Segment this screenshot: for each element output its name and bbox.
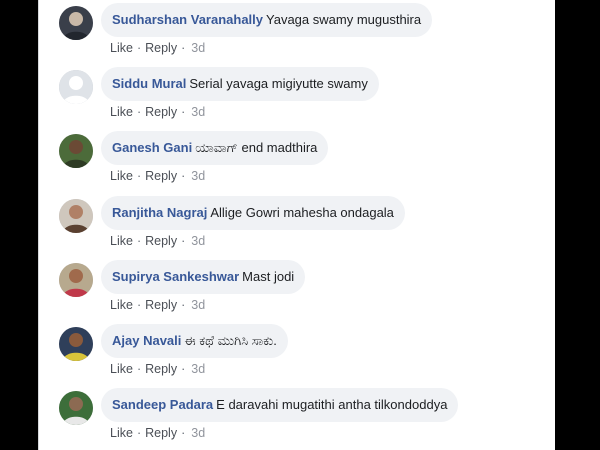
avatar[interactable] [59,199,93,233]
reply-link[interactable]: Reply [145,426,177,440]
comment-actions: Like · Reply · 3d [110,234,205,248]
separator-dot: · [181,234,186,248]
profile-picture-icon [59,134,93,168]
comment-author[interactable]: Siddu Mural [112,76,186,91]
comment-text: Allige Gowri mahesha ondagala [210,205,394,220]
comment-text: ಯಾವಾಗ್ end madthira [195,140,318,155]
profile-picture-icon [59,199,93,233]
comment-timestamp[interactable]: 3d [191,105,205,119]
like-link[interactable]: Like [110,169,133,183]
comment-bubble: Sudharshan Varanahally Yavaga swamy mugus… [101,3,433,37]
separator-dot: · [136,105,142,119]
reply-link[interactable]: Reply [145,169,177,183]
separator-dot: · [136,362,142,376]
reply-link[interactable]: Reply [145,234,177,248]
comment-text: Yavaga swamy mugusthira [266,12,422,27]
separator-dot: · [136,169,142,183]
comment-bubble: Ganesh Gani ಯಾವಾಗ್ end madthira [101,131,329,165]
avatar[interactable] [59,391,93,425]
comment-actions: Like · Reply · 3d [110,426,205,440]
comment-author[interactable]: Ganesh Gani [112,140,192,155]
avatar[interactable] [59,70,93,104]
comment-bubble: Supirya Sankeshwar Mast jodi [101,260,306,294]
avatar[interactable] [59,327,93,361]
comment-timestamp[interactable]: 3d [191,362,205,376]
profile-picture-icon [59,327,93,361]
like-link[interactable]: Like [110,362,133,376]
avatar[interactable] [59,263,93,297]
comment-author[interactable]: Ranjitha Nagraj [112,205,207,220]
avatar[interactable] [59,134,93,168]
separator-dot: · [181,105,186,119]
separator-dot: · [136,41,142,55]
like-link[interactable]: Like [110,234,133,248]
comment-actions: Like · Reply · 3d [110,362,205,376]
comment-text: E daravahi mugatithi antha tilkondoddya [216,397,448,412]
comment-author[interactable]: Sandeep Padara [112,397,213,412]
like-link[interactable]: Like [110,41,133,55]
comment-actions: Like · Reply · 3d [110,105,205,119]
comment-bubble: Ajay Navali ಈ ಕಥೆ ಮುಗಿಸಿ ಸಾಕು. [101,324,288,358]
comment-author[interactable]: Supirya Sankeshwar [112,269,239,284]
comment-author[interactable]: Sudharshan Varanahally [112,12,263,27]
comment-text: ಈ ಕಥೆ ಮುಗಿಸಿ ಸಾಕು. [184,333,277,348]
comment-text: Serial yavaga migiyutte swamy [189,76,368,91]
separator-dot: · [181,169,186,183]
separator-dot: · [181,426,186,440]
like-link[interactable]: Like [110,298,133,312]
reply-link[interactable]: Reply [145,41,177,55]
comment-actions: Like · Reply · 3d [110,169,205,183]
profile-picture-icon [59,6,93,40]
separator-dot: · [136,298,142,312]
comment-bubble: Siddu Mural Serial yavaga migiyutte swamy [101,67,379,101]
comment-bubble: Sandeep Padara E daravahi mugatithi antha… [101,388,459,422]
reply-link[interactable]: Reply [145,105,177,119]
profile-picture-icon [59,263,93,297]
reply-link[interactable]: Reply [145,362,177,376]
reply-link[interactable]: Reply [145,298,177,312]
comments-panel: Sudharshan Varanahally Yavaga swamy mugus… [38,0,555,450]
comment-timestamp[interactable]: 3d [191,426,205,440]
like-link[interactable]: Like [110,105,133,119]
comment-timestamp[interactable]: 3d [191,234,205,248]
comment-timestamp[interactable]: 3d [191,41,205,55]
comment-timestamp[interactable]: 3d [191,169,205,183]
comment-actions: Like · Reply · 3d [110,41,205,55]
comment-actions: Like · Reply · 3d [110,298,205,312]
comment-bubble: Ranjitha Nagraj Allige Gowri mahesha onda… [101,196,405,230]
separator-dot: · [181,298,186,312]
comment-timestamp[interactable]: 3d [191,298,205,312]
profile-picture-icon [59,70,93,104]
profile-picture-icon [59,391,93,425]
comment-author[interactable]: Ajay Navali [112,333,181,348]
comment-text: Mast jodi [242,269,295,284]
separator-dot: · [181,362,186,376]
separator-dot: · [136,426,142,440]
separator-dot: · [181,41,186,55]
like-link[interactable]: Like [110,426,133,440]
avatar[interactable] [59,6,93,40]
separator-dot: · [136,234,142,248]
